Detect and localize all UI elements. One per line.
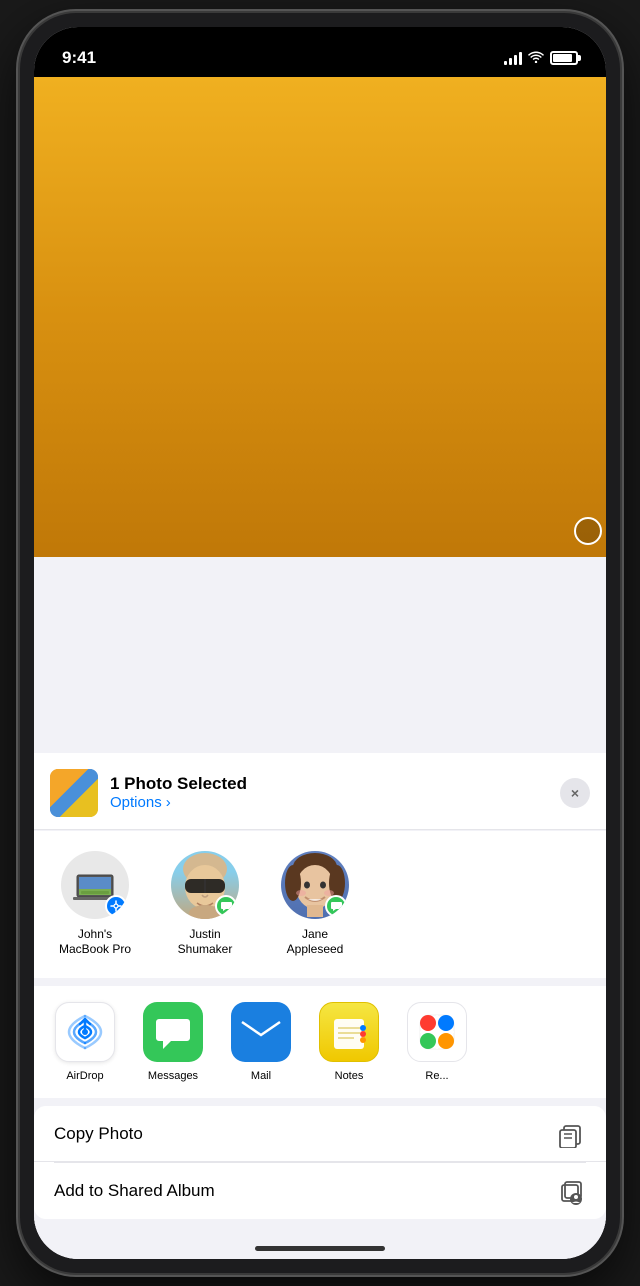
reminders-label: Re... <box>425 1070 448 1082</box>
person-name-jane: JaneAppleseed <box>287 927 344 958</box>
copy-icon <box>554 1118 586 1150</box>
phone-frame: 9:41 <box>20 13 620 1273</box>
mail-app-icon <box>231 1002 291 1062</box>
status-bar: 9:41 <box>34 27 606 77</box>
app-item-airdrop[interactable]: AirDrop <box>50 1002 120 1082</box>
copy-photo-row[interactable]: Copy Photo <box>34 1106 606 1162</box>
messages-label: Messages <box>148 1070 198 1082</box>
app-item-notes[interactable]: Notes <box>314 1002 384 1082</box>
shared-album-icon <box>554 1175 586 1207</box>
notes-app-icon <box>319 1002 379 1062</box>
reminders-app-icon <box>407 1002 467 1062</box>
notes-label: Notes <box>335 1070 364 1082</box>
person-item-jane[interactable]: JaneAppleseed <box>270 851 360 958</box>
app-item-mail[interactable]: Mail <box>226 1002 296 1082</box>
people-row: John'sMacBook Pro <box>34 831 606 978</box>
mail-label: Mail <box>251 1070 271 1082</box>
phone-screen: 9:41 <box>34 27 606 1259</box>
photo-select-right[interactable] <box>574 517 602 545</box>
person-name-justin: JustinShumaker <box>178 927 233 958</box>
airdrop-app-icon <box>55 1002 115 1062</box>
status-time: 9:41 <box>62 48 96 68</box>
share-photo-thumbnail <box>50 769 98 817</box>
person-item-justin[interactable]: JustinShumaker <box>160 851 250 958</box>
action-block: Copy Photo Add to Share <box>34 1106 606 1219</box>
airdrop-label: AirDrop <box>66 1070 103 1082</box>
person-name-macbook: John'sMacBook Pro <box>59 927 131 958</box>
jane-avatar <box>281 851 349 919</box>
add-to-shared-album-row[interactable]: Add to Shared Album <box>34 1163 606 1219</box>
share-header: 1 Photo Selected Options › × <box>34 753 606 830</box>
copy-photo-label: Copy Photo <box>54 1124 143 1144</box>
notch <box>245 27 395 55</box>
photo-yellow[interactable] <box>566 77 606 557</box>
app-item-reminders[interactable]: Re... <box>402 1002 472 1082</box>
share-title: 1 Photo Selected <box>110 774 548 794</box>
messages-app-icon <box>143 1002 203 1062</box>
share-header-text: 1 Photo Selected Options › <box>110 774 548 811</box>
battery-icon <box>550 51 578 65</box>
share-options-button[interactable]: Options › <box>110 794 548 811</box>
share-sheet: 1 Photo Selected Options › × <box>34 753 606 1259</box>
signal-icon <box>504 51 522 65</box>
wifi-icon <box>528 50 544 66</box>
home-indicator <box>255 1246 385 1251</box>
macbook-avatar <box>61 851 129 919</box>
add-to-shared-album-label: Add to Shared Album <box>54 1181 215 1201</box>
messages-badge-jane <box>325 895 347 917</box>
close-button[interactable]: × <box>560 778 590 808</box>
app-item-messages[interactable]: Messages <box>138 1002 208 1082</box>
apps-row: AirDrop Messages <box>34 986 606 1098</box>
photo-area <box>34 77 606 557</box>
status-icons <box>504 50 578 66</box>
justin-avatar <box>171 851 239 919</box>
airdrop-badge <box>105 895 127 917</box>
photo-row <box>34 77 606 557</box>
messages-badge-justin <box>215 895 237 917</box>
person-item-macbook[interactable]: John'sMacBook Pro <box>50 851 140 958</box>
